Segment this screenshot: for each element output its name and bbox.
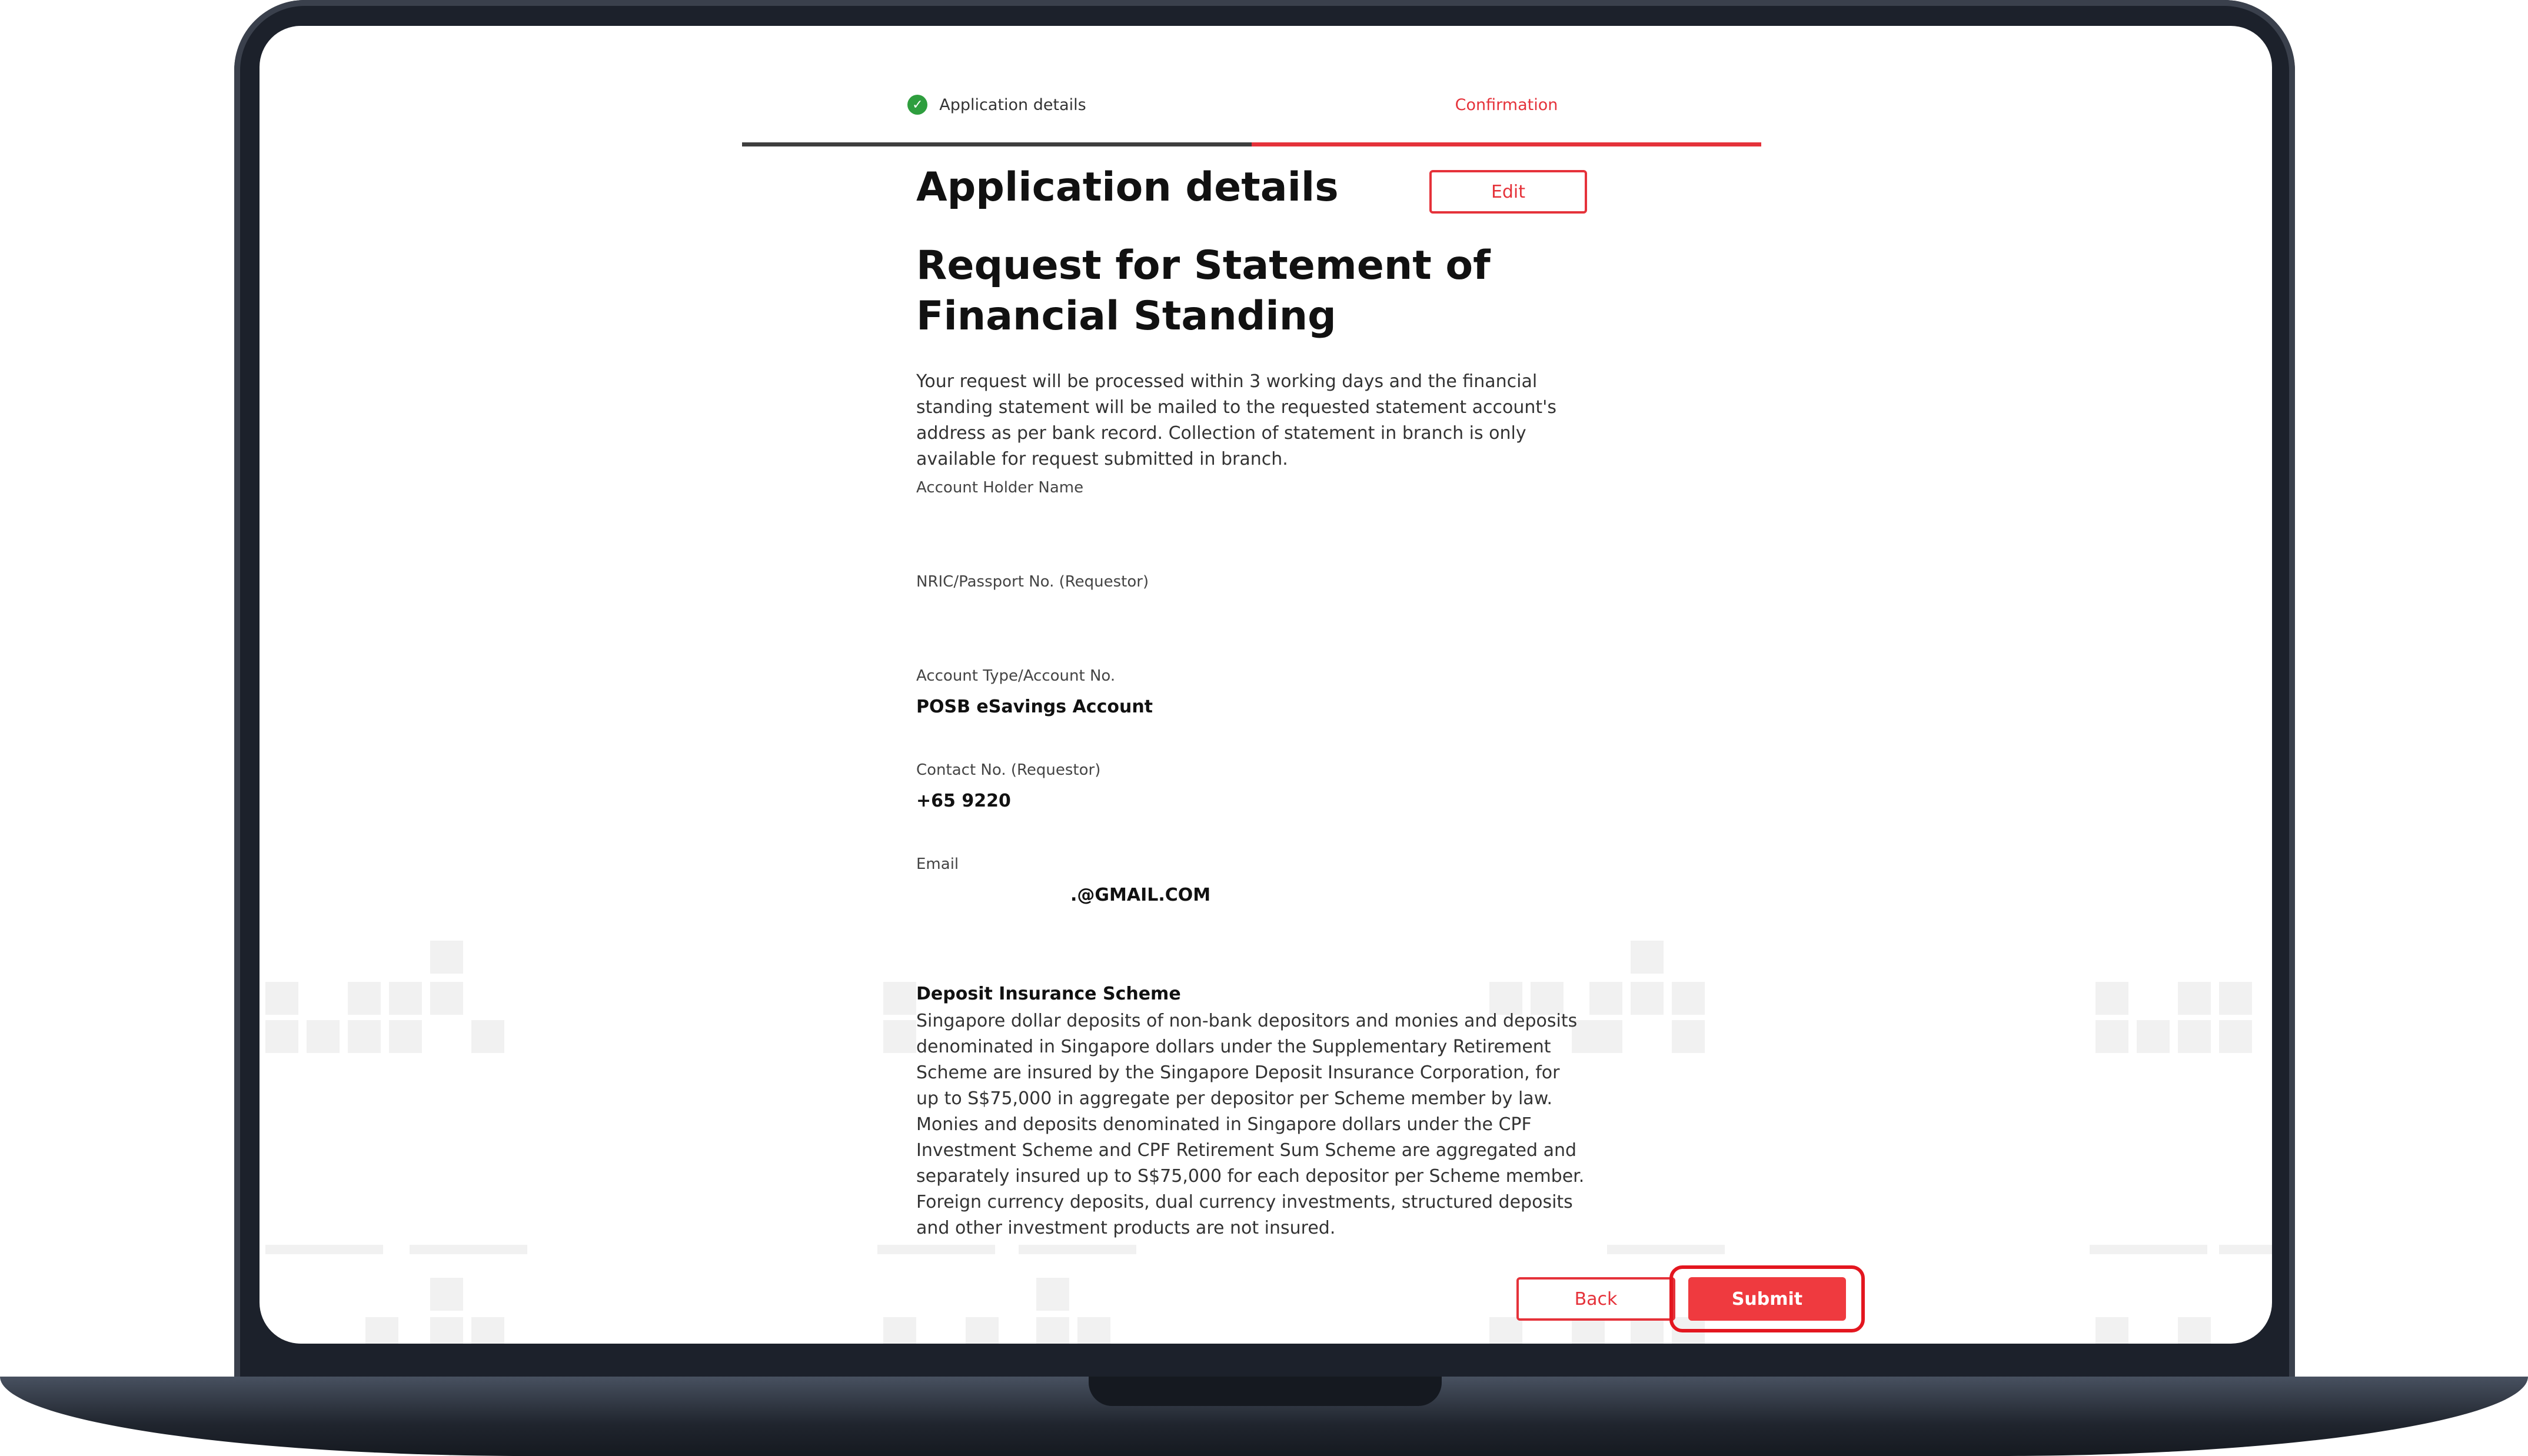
field-value-account-type: POSB eSavings Account [916,697,1153,717]
request-intro: Your request will be processed within 3 … [916,371,1557,469]
laptop-notch [1089,1377,1442,1406]
back-button[interactable]: Back [1516,1277,1675,1321]
step-confirmation: Confirmation [1252,67,1761,146]
field-label-account-type: Account Type/Account No. [916,667,1116,685]
disclaimer-title: Deposit Insurance Scheme [916,984,1181,1004]
field-value-contact-no: +65 9220 [916,791,1011,811]
request-title: Request for Statement of Financial Stand… [916,242,1491,339]
submit-button[interactable]: Submit [1688,1277,1846,1321]
step-application-details: ✓ Application details [742,67,1252,146]
field-label-account-holder-name: Account Holder Name [916,479,1084,497]
step-label: Confirmation [1455,95,1558,114]
check-circle-icon: ✓ [907,95,928,115]
disclaimer-text: Singapore dollar deposits of non-bank de… [916,1011,1585,1238]
progress-stepper: ✓ Application details Confirmation [742,67,1761,146]
edit-button[interactable]: Edit [1429,170,1587,214]
field-label-contact-no: Contact No. (Requestor) [916,761,1101,779]
step-label: Application details [939,95,1086,114]
page-title: Application details [916,164,1339,211]
field-label-nric: NRIC/Passport No. (Requestor) [916,573,1149,591]
field-value-email: .@GMAIL.COM [1070,885,1211,905]
field-label-email: Email [916,855,959,873]
screen: ✓ Application details Confirmation Edit … [260,26,2272,1344]
